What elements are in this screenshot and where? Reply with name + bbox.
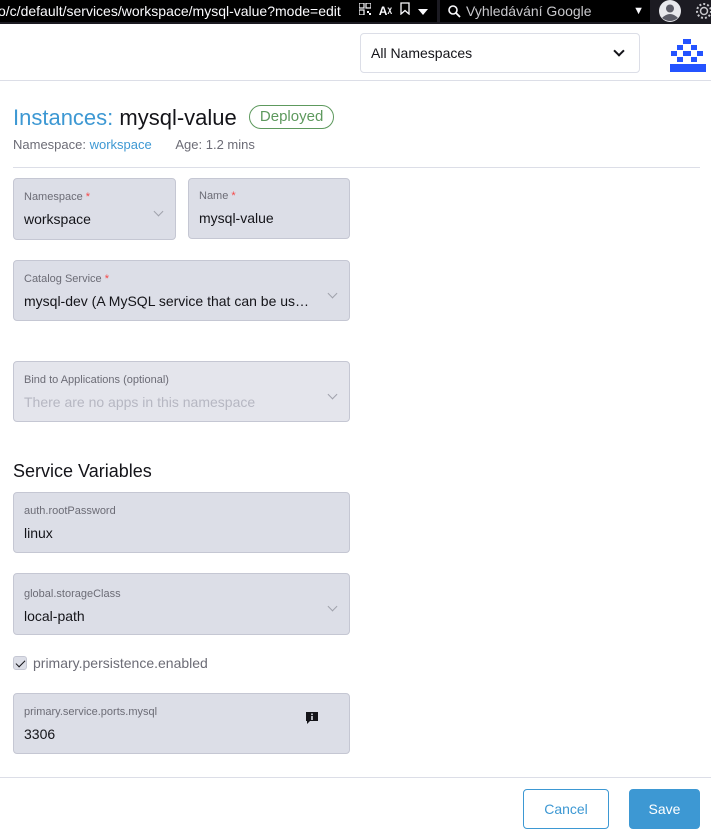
root-password-input[interactable]: auth.rootPassword linux xyxy=(13,492,350,553)
resource-type-link[interactable]: Instances: xyxy=(13,105,113,130)
name-field-value[interactable]: mysql-value xyxy=(199,208,339,228)
age-meta-label: Age: xyxy=(175,137,203,152)
qr-code-icon[interactable] xyxy=(358,0,372,22)
service-variables-heading: Service Variables xyxy=(13,461,152,481)
cancel-button[interactable]: Cancel xyxy=(523,789,609,829)
search-input[interactable]: Vyhledávání Google ▼ xyxy=(440,0,650,22)
page-title: Instances: mysql-value Deployed xyxy=(13,104,335,132)
form-footer: Cancel Save xyxy=(0,777,711,833)
storage-class-label: global.storageClass xyxy=(24,588,121,600)
persistence-checkbox[interactable] xyxy=(13,656,27,670)
search-engine-dropdown-icon[interactable]: ▼ xyxy=(633,0,644,22)
namespace-select[interactable]: Namespace * workspace xyxy=(13,178,176,240)
save-button[interactable]: Save xyxy=(629,789,700,829)
namespace-meta-label: Namespace: xyxy=(13,137,86,152)
translate-icon[interactable]: Aᵡ xyxy=(379,0,392,22)
storage-class-value: local-path xyxy=(24,608,85,624)
ports-mysql-input[interactable]: primary.service.ports.mysql 3306 xyxy=(13,693,350,754)
resource-meta: Namespace: workspace Age: 1.2 mins xyxy=(13,137,255,152)
chevron-down-icon xyxy=(327,288,338,299)
search-icon xyxy=(448,0,466,22)
catalog-service-field-value: mysql-dev (A MySQL service that can be u… xyxy=(24,293,310,309)
ports-mysql-label: primary.service.ports.mysql xyxy=(24,706,158,718)
logo-icon[interactable] xyxy=(669,36,707,74)
persistence-checkbox-label[interactable]: primary.persistence.enabled xyxy=(33,655,208,671)
catalog-service-field-label: Catalog Service * xyxy=(24,273,109,285)
settings-icon[interactable] xyxy=(695,2,711,20)
dropdown-icon[interactable] xyxy=(418,0,428,22)
bookmark-icon[interactable] xyxy=(400,0,410,22)
namespace-meta-link[interactable]: workspace xyxy=(90,137,152,152)
name-field-label: Name * xyxy=(199,190,236,202)
search-placeholder: Vyhledávání Google xyxy=(466,3,592,19)
bind-apps-select[interactable]: Bind to Applications (optional) There ar… xyxy=(13,361,350,422)
address-bar-actions: Aᵡ xyxy=(350,0,437,22)
avatar-icon[interactable] xyxy=(656,0,684,24)
divider xyxy=(13,167,700,168)
chevron-down-icon xyxy=(613,45,625,57)
app-header: All Namespaces xyxy=(0,24,711,81)
namespace-filter-value: All Namespaces xyxy=(371,45,473,61)
catalog-service-select[interactable]: Catalog Service * mysql-dev (A MySQL ser… xyxy=(13,260,350,321)
namespace-filter-select[interactable]: All Namespaces xyxy=(360,33,640,73)
name-input[interactable]: Name * mysql-value xyxy=(188,178,350,239)
storage-class-select[interactable]: global.storageClass local-path xyxy=(13,573,350,635)
root-password-label: auth.rootPassword xyxy=(24,505,116,517)
age-meta-value: 1.2 mins xyxy=(205,137,255,152)
namespace-field-value: workspace xyxy=(24,211,91,227)
resource-name: mysql-value xyxy=(119,105,237,130)
browser-toolbar: o/c/default/services/workspace/mysql-val… xyxy=(0,0,711,24)
info-icon[interactable] xyxy=(305,711,319,725)
address-bar[interactable]: o/c/default/services/workspace/mysql-val… xyxy=(0,0,437,22)
root-password-value[interactable]: linux xyxy=(24,523,339,543)
ports-mysql-value[interactable]: 3306 xyxy=(24,724,339,744)
persistence-checkbox-row[interactable]: primary.persistence.enabled xyxy=(13,655,208,671)
namespace-field-label: Namespace * xyxy=(24,191,91,203)
address-bar-url[interactable]: o/c/default/services/workspace/mysql-val… xyxy=(0,0,341,22)
bind-apps-placeholder: There are no apps in this namespace xyxy=(24,394,256,410)
bind-apps-field-label: Bind to Applications (optional) xyxy=(24,374,169,386)
status-badge: Deployed xyxy=(248,105,335,130)
